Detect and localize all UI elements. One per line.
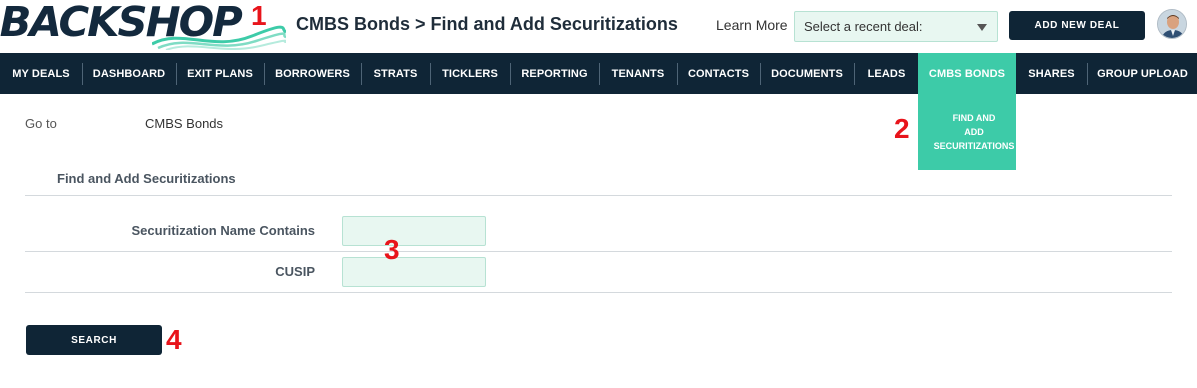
securitization-name-input[interactable]: [342, 216, 486, 246]
dropdown-item-find-and-add-securitizations[interactable]: FIND AND ADD SECURITIZATIONS: [918, 111, 1016, 153]
backshop-logo[interactable]: BACKSHOP: [0, 0, 288, 50]
nav-item-tenants[interactable]: TENANTS: [600, 53, 676, 94]
learn-more-link[interactable]: Learn More: [716, 17, 788, 33]
nav-item-contacts[interactable]: CONTACTS: [678, 53, 759, 94]
triangle-down-icon: [977, 24, 987, 31]
page-title: CMBS Bonds > Find and Add Securitization…: [296, 14, 678, 34]
search-button[interactable]: SEARCH: [26, 325, 162, 355]
callout-2: 2: [894, 113, 910, 144]
user-avatar-icon: [1158, 10, 1186, 38]
row-divider: [25, 292, 1172, 293]
recent-deal-select-value: Select a recent deal:: [804, 19, 923, 34]
nav-item-ticklers[interactable]: TICKLERS: [431, 53, 509, 94]
row-divider: [25, 251, 1172, 252]
add-new-deal-button[interactable]: ADD NEW DEAL: [1009, 11, 1145, 40]
callout-4: 4: [166, 324, 182, 355]
callout-3: 3: [384, 234, 400, 265]
app-header: BACKSHOP 1 CMBS Bonds > Find and Add Sec…: [0, 0, 1197, 53]
recent-deal-select[interactable]: Select a recent deal:: [794, 11, 998, 42]
nav-item-strats[interactable]: STRATS: [362, 53, 429, 94]
cmbs-bonds-dropdown: FIND AND ADD SECURITIZATIONS: [918, 94, 1016, 170]
goto-label: Go to: [25, 116, 57, 131]
cusip-label: CUSIP: [275, 264, 315, 279]
callout-1: 1: [251, 0, 267, 31]
nav-item-reporting[interactable]: REPORTING: [511, 53, 598, 94]
goto-cmbs-bonds-link[interactable]: CMBS Bonds: [145, 116, 223, 131]
nav-item-borrowers[interactable]: BORROWERS: [265, 53, 360, 94]
nav-item-my-deals[interactable]: MY DEALS: [0, 53, 82, 94]
cusip-input[interactable]: [342, 257, 486, 287]
section-divider: [25, 195, 1172, 196]
nav-item-group-upload[interactable]: GROUP UPLOAD: [1088, 53, 1197, 94]
nav-item-documents[interactable]: DOCUMENTS: [761, 53, 853, 94]
nav-item-exit-plans[interactable]: EXIT PLANS: [177, 53, 263, 94]
nav-item-leads[interactable]: LEADS: [855, 53, 918, 94]
section-title: Find and Add Securitizations: [57, 171, 236, 186]
user-avatar[interactable]: [1157, 9, 1187, 39]
nav-item-cmbs-bonds[interactable]: CMBS BONDS: [918, 53, 1016, 94]
securitization-name-label: Securitization Name Contains: [131, 223, 315, 238]
main-nav: MY DEALS DASHBOARD EXIT PLANS BORROWERS …: [0, 53, 1197, 94]
nav-item-dashboard[interactable]: DASHBOARD: [83, 53, 175, 94]
nav-item-shares[interactable]: SHARES: [1016, 53, 1087, 94]
